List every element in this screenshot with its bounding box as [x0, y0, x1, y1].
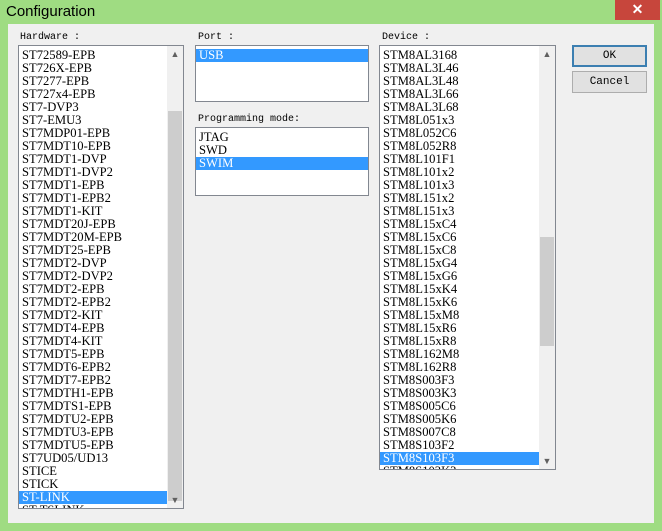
close-icon: ✕ [631, 1, 644, 17]
hardware-scrollbar[interactable]: ▲ ▼ [167, 46, 183, 508]
hardware-list: ST72589-EPB ST726X-EPB ST7277-EPB ST727x4-E… [19, 49, 168, 509]
port-list: USB [196, 49, 368, 62]
hardware-scroll-thumb[interactable] [168, 111, 182, 501]
window-title: Configuration [6, 3, 96, 20]
port-listbox[interactable]: USB [195, 45, 369, 102]
configuration-window: Configuration ✕ Hardware : ST72589-EPB ST… [0, 0, 662, 531]
programming-mode-label: Programming mode: [198, 114, 301, 125]
programming-mode-listbox[interactable]: JTAG SWD SWIM [195, 127, 369, 196]
scroll-up-icon[interactable]: ▲ [167, 46, 183, 62]
dialog-client-area: Hardware : ST72589-EPB ST726X-EPB ST7277-E… [8, 24, 654, 523]
cancel-button[interactable]: Cancel [572, 71, 647, 93]
device-list: STM8AL3168 STM8AL3L46 STM8AL3L48 STM8AL3L66… [380, 49, 539, 470]
close-button[interactable]: ✕ [615, 0, 660, 20]
hardware-label: Hardware : [20, 32, 81, 43]
scroll-down-icon[interactable]: ▼ [539, 453, 555, 469]
port-label: Port : [198, 32, 235, 43]
hardware-list-item[interactable]: ST-TSLINK [19, 504, 168, 509]
device-label: Device : [382, 32, 431, 43]
device-list-item[interactable]: STM8S103K3 [380, 465, 539, 470]
ok-button[interactable]: OK [572, 45, 647, 67]
scroll-up-icon[interactable]: ▲ [539, 46, 555, 62]
port-list-item[interactable]: USB [196, 49, 368, 62]
device-scrollbar[interactable]: ▲ ▼ [539, 46, 555, 469]
device-listbox[interactable]: STM8AL3168 STM8AL3L46 STM8AL3L48 STM8AL3L66… [379, 45, 556, 470]
programming-mode-list: JTAG SWD SWIM [196, 131, 368, 170]
device-scroll-thumb[interactable] [540, 237, 554, 346]
programming-mode-list-item[interactable]: SWIM [196, 157, 368, 170]
scroll-down-icon[interactable]: ▼ [167, 492, 183, 508]
hardware-listbox[interactable]: ST72589-EPB ST726X-EPB ST7277-EPB ST727x4-E… [18, 45, 184, 509]
title-bar[interactable]: Configuration ✕ [0, 0, 662, 24]
